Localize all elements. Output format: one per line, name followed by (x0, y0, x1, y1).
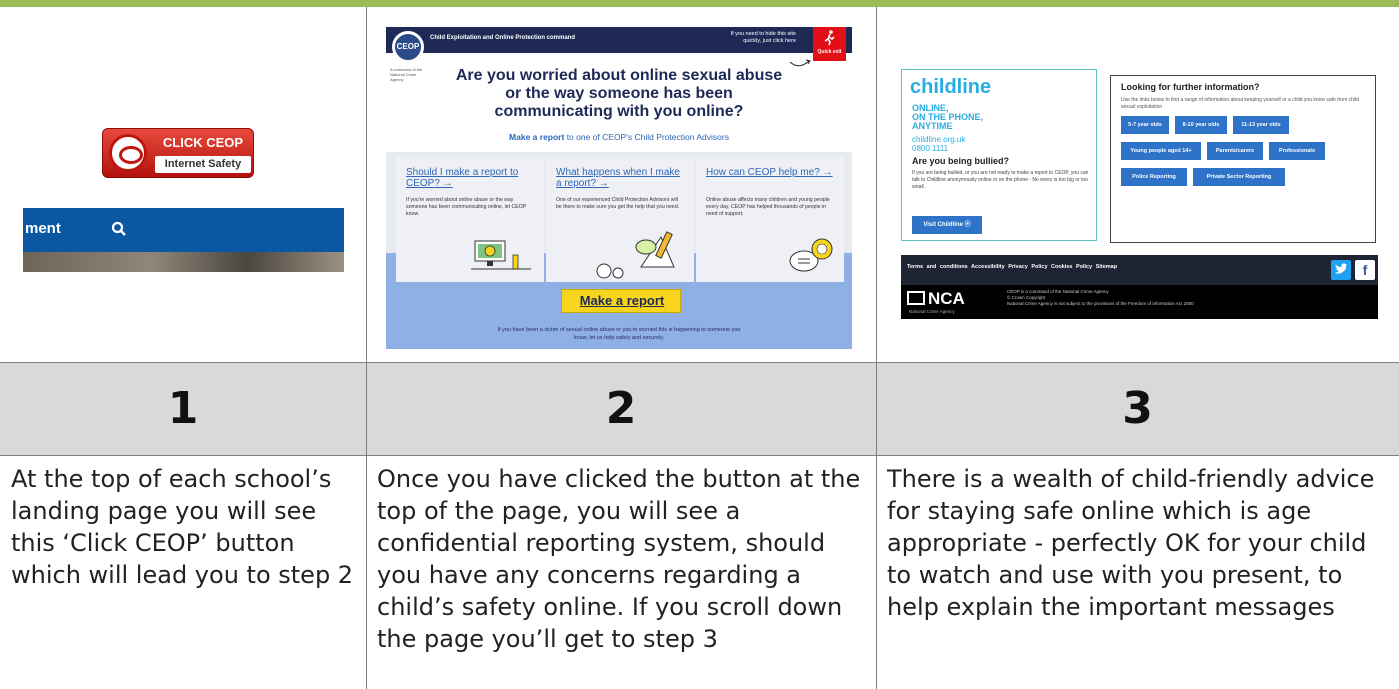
nav-item-partial[interactable]: ment (25, 220, 61, 237)
age-11-13-button[interactable]: 11-13 year olds (1233, 116, 1289, 134)
nca-logo-text: NCA (928, 289, 965, 308)
search-icon[interactable] (111, 221, 127, 237)
young-people-14-button[interactable]: Young people aged 14+ (1121, 142, 1201, 160)
computer-illustration-icon (471, 240, 531, 270)
quick-exit-button[interactable]: Quick exit (813, 27, 846, 61)
info-card-should-i-report[interactable]: Should I make a report to CEOP? → If you… (396, 157, 544, 282)
ceop-footer-text: If you have been a victim of sexual onli… (497, 327, 741, 341)
row-divider (0, 362, 1399, 363)
step-number-2: 2 (605, 383, 637, 434)
quick-exit-label: Quick exit (817, 49, 842, 55)
ceop-logo-text: CEOP (396, 42, 420, 51)
ceop-headline: Are you worried about online sexual abus… (455, 67, 783, 120)
nca-strip: NCA National Crime Agency CEOP is a comm… (901, 285, 1378, 319)
card-body: Online abuse affects many children and y… (706, 197, 830, 217)
ceop-header: Child Exploitation and Online Protection… (386, 27, 852, 53)
card-title[interactable]: Should I make a report to CEOP? → (406, 167, 536, 189)
header-photo-strip (23, 252, 344, 272)
school-nav-bar: ment (23, 208, 344, 252)
card-title[interactable]: How can CEOP help me? → (706, 167, 836, 178)
chat-bubble-illustration-icon (789, 238, 833, 272)
click-ceop-title: CLICK CEOP (162, 135, 244, 150)
step-3-description: There is a wealth of child-friendly advi… (887, 465, 1375, 621)
ceop-logo-icon (109, 134, 147, 172)
childline-box: childline ONLINE, ON THE PHONE, ANYTIME … (901, 69, 1097, 241)
police-reporting-button[interactable]: Police Reporting (1121, 168, 1187, 186)
ceop-logo: CEOP (392, 31, 424, 63)
ceop-header-title: Child Exploitation and Online Protection… (430, 35, 576, 41)
make-report-button[interactable]: Make a report (561, 289, 681, 313)
gears-pencil-illustration-icon (596, 231, 675, 279)
further-info-title: Looking for further information? (1121, 82, 1260, 92)
step-number-1: 1 (167, 383, 199, 434)
twitter-icon[interactable] (1331, 260, 1351, 280)
steps-table: CLICK CEOP Internet Safety ment Child Ex… (0, 7, 1399, 689)
info-card-what-happens[interactable]: What happens when I make a report? → One… (546, 157, 694, 282)
nca-crest-icon (907, 291, 925, 305)
age-8-10-button[interactable]: 8-10 year olds (1175, 116, 1227, 134)
childline-logo: childline (910, 76, 992, 98)
bullied-question: Are you being bullied? (912, 156, 1010, 166)
top-accent-bar (0, 0, 1399, 7)
nca-subtitle: National Crime Agency (909, 309, 955, 314)
childline-tagline: ONLINE, ON THE PHONE, ANYTIME (912, 104, 983, 131)
info-card-how-ceop-helps[interactable]: How can CEOP help me? → Online abuse aff… (696, 157, 844, 282)
card-title[interactable]: What happens when I make a report? → (556, 167, 686, 189)
visit-childline-button[interactable]: Visit Childline ⦿ (912, 216, 982, 234)
card-body: If you're worried about online abuse or … (406, 197, 527, 217)
parents-carers-button[interactable]: Parents/carers (1207, 142, 1263, 160)
professionals-button[interactable]: Professionals (1269, 142, 1325, 160)
childline-body: If you are being bullied, or you are not… (912, 170, 1089, 190)
ceop-logo-caption: A command of the National Crime Agency (390, 67, 423, 82)
subhead-rest: to one of CEOP's Child Protection Adviso… (564, 132, 729, 142)
column-divider (366, 7, 367, 689)
make-report-link[interactable]: Make a report (509, 132, 564, 142)
card-body: One of our experienced Child Protection … (556, 197, 680, 210)
age-5-7-button[interactable]: 5-7 year olds (1121, 116, 1169, 134)
childline-contact: childline.org.uk 0800 1111 (912, 135, 965, 153)
ceop-subhead: Make a report to one of CEOP's Child Pro… (446, 132, 792, 142)
nca-logo: NCA (907, 289, 965, 309)
make-report-label: Make a report (579, 293, 665, 308)
column-divider (876, 7, 877, 689)
click-ceop-subtitle: Internet Safety (155, 156, 251, 173)
private-sector-reporting-button[interactable]: Private Sector Reporting (1193, 168, 1285, 186)
childline-phone: 0800 1111 (912, 144, 949, 153)
click-ceop-button[interactable]: CLICK CEOP Internet Safety (102, 128, 254, 178)
step-number-3: 3 (1122, 383, 1153, 434)
tagline-line: ANYTIME (912, 121, 953, 131)
further-info-box: Looking for further information? Use the… (1110, 75, 1376, 243)
step-1-description: At the top of each school’s landing page… (11, 465, 354, 589)
step-3-screenshot: childline ONLINE, ON THE PHONE, ANYTIME … (897, 65, 1378, 319)
further-info-body: Use the links below to find a range of i… (1121, 97, 1359, 110)
nca-legal-text: CEOP is a command of the National Crime … (1007, 289, 1194, 307)
curved-arrow-icon (789, 59, 811, 67)
hide-site-text: If you need to hide this site quickly, j… (730, 31, 796, 44)
step-2-screenshot: Child Exploitation and Online Protection… (386, 27, 852, 349)
footer-links[interactable]: Terms and conditions Accessibility Priva… (907, 264, 1117, 270)
step-2-description: Once you have clicked the button at the … (377, 465, 861, 653)
row-divider (0, 455, 1399, 456)
running-person-icon (824, 30, 835, 46)
legal-line: National Crime Agency is not subject to … (1007, 301, 1194, 306)
step-1-screenshot: CLICK CEOP Internet Safety ment (0, 7, 366, 362)
facebook-icon[interactable]: f (1355, 260, 1375, 280)
childline-url[interactable]: childline.org.uk (912, 135, 965, 144)
ceop-site-footer: Terms and conditions Accessibility Priva… (901, 255, 1378, 319)
